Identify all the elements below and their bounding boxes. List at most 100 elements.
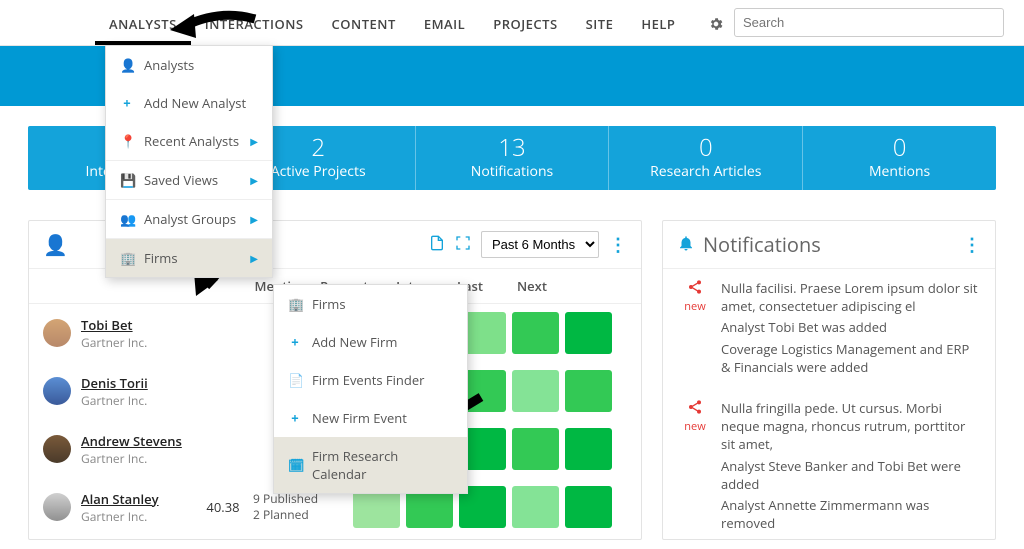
notif-line: Analyst Tobi Bet was added <box>721 318 979 336</box>
pdf-icon[interactable] <box>429 234 445 256</box>
notif-line: Coverage Logistics Management and ERP & … <box>721 340 979 376</box>
nav-analysts[interactable]: ANALYSTS <box>95 1 191 45</box>
analyst-firm: Gartner Inc. <box>81 392 193 409</box>
analysts-dropdown: 👤 Analysts + Add New Analyst 📍 Recent An… <box>105 45 273 278</box>
analyst-link[interactable]: Andrew Stevens <box>81 432 193 450</box>
heat-cell[interactable] <box>512 370 559 412</box>
search-input[interactable] <box>734 8 1004 37</box>
more-icon[interactable]: ⋮ <box>963 236 981 254</box>
building-icon: 🏢 <box>288 295 302 313</box>
more-icon[interactable]: ⋮ <box>609 236 627 254</box>
nav-help[interactable]: HELP <box>627 1 689 45</box>
submenu-events-finder[interactable]: 📄 Firm Events Finder <box>274 361 467 399</box>
analyst-name-col: Denis Torii Gartner Inc. <box>81 374 193 409</box>
new-label: new <box>679 419 711 434</box>
plus-icon: + <box>288 333 302 351</box>
share-col: new <box>679 399 711 540</box>
stat-value: 0 <box>893 136 907 160</box>
plus-icon: + <box>120 94 134 112</box>
stat-value: 0 <box>699 136 713 160</box>
notif-line: Analyst Annette Zimmermann was removed <box>721 496 979 532</box>
avatar[interactable] <box>43 493 71 521</box>
stat-label: Mentions <box>869 162 930 181</box>
notif-line: Nulla fringilla pede. Ut cursus. Morbi n… <box>721 399 979 454</box>
analyst-firm: Gartner Inc. <box>81 450 193 467</box>
menu-label: Firm Events Finder <box>312 371 453 389</box>
analyst-link[interactable]: Denis Torii <box>81 374 193 392</box>
chevron-right-icon: ▶ <box>250 134 258 148</box>
submenu-research-calendar[interactable]: 🗓 Firm Research Calendar <box>274 437 467 493</box>
top-nav: ANALYSTS INTERACTIONS CONTENT EMAIL PROJ… <box>0 0 1024 46</box>
nav-projects[interactable]: PROJECTS <box>479 1 571 45</box>
submenu-new-event[interactable]: + New Firm Event <box>274 399 467 437</box>
menu-analysts[interactable]: 👤 Analysts <box>106 46 272 84</box>
analyst-link[interactable]: Alan Stanley <box>81 490 193 508</box>
avatar[interactable] <box>43 377 71 405</box>
avatar[interactable] <box>43 435 71 463</box>
building-icon: 🏢 <box>120 249 134 267</box>
menu-firms[interactable]: 🏢 Firms ▶ <box>106 239 272 277</box>
stat-mentions[interactable]: 0 Mentions <box>803 126 996 190</box>
heat-cell[interactable] <box>565 312 612 354</box>
menu-saved-views[interactable]: 💾 Saved Views ▶ <box>106 161 272 199</box>
menu-label: Add New Firm <box>312 333 453 351</box>
pub-line: 2 Planned <box>253 507 353 523</box>
menu-label: Saved Views <box>144 171 240 189</box>
heat-cell[interactable] <box>512 312 559 354</box>
analyst-name-col: Andrew Stevens Gartner Inc. <box>81 432 193 467</box>
col-rating <box>193 277 253 295</box>
menu-label: Add New Analyst <box>144 94 258 112</box>
stat-research-articles[interactable]: 0 Research Articles <box>609 126 803 190</box>
menu-recent-analysts[interactable]: 📍 Recent Analysts ▶ <box>106 122 272 160</box>
notification-item[interactable]: new Nulla fringilla pede. Ut cursus. Mor… <box>663 389 995 540</box>
firms-submenu: 🏢 Firms + Add New Firm 📄 Firm Events Fin… <box>273 284 468 494</box>
stat-label: Research Articles <box>650 162 761 181</box>
menu-label: New Firm Event <box>312 409 453 427</box>
heat-cell[interactable] <box>512 428 559 470</box>
notifications-title-text: Notifications <box>703 231 821 258</box>
nav-content[interactable]: CONTENT <box>318 1 410 45</box>
notifications-head: Notifications ⋮ <box>663 221 995 269</box>
stat-label: Active Projects <box>271 162 366 181</box>
stat-label: Notifications <box>471 162 553 181</box>
nav-site[interactable]: SITE <box>572 1 628 45</box>
nav-email[interactable]: EMAIL <box>410 1 479 45</box>
notifications-title: Notifications <box>677 231 953 258</box>
heat-cell[interactable] <box>565 370 612 412</box>
notif-line: Analyst Steve Banker and Tobi Bet were a… <box>721 457 979 493</box>
new-label: new <box>679 299 711 314</box>
analyst-link[interactable]: Tobi Bet <box>81 316 193 334</box>
heat-cell[interactable] <box>565 486 612 528</box>
analyst-name-col: Tobi Bet Gartner Inc. <box>81 316 193 351</box>
stat-value: 13 <box>498 136 525 160</box>
range-select[interactable]: Past 6 Months <box>481 231 599 258</box>
notif-line: Nulla facilisi. Praese Lorem ipsum dolor… <box>721 279 979 315</box>
avatar[interactable] <box>43 319 71 347</box>
user-icon: 👤 <box>120 56 134 74</box>
menu-label: Analysts <box>144 56 258 74</box>
menu-add-analyst[interactable]: + Add New Analyst <box>106 84 272 122</box>
heat-cell[interactable] <box>512 486 559 528</box>
col-next[interactable]: Next <box>501 277 563 295</box>
expand-icon[interactable] <box>455 234 471 256</box>
submenu-add-firm[interactable]: + Add New Firm <box>274 323 467 361</box>
menu-label: Firms <box>312 295 453 313</box>
analysts-panel-tools: Past 6 Months ⋮ <box>429 231 627 258</box>
plus-icon: + <box>288 409 302 427</box>
notification-item[interactable]: new Nulla facilisi. Praese Lorem ipsum d… <box>663 269 995 389</box>
notification-body: Nulla facilisi. Praese Lorem ipsum dolor… <box>721 279 979 379</box>
menu-label: Recent Analysts <box>144 132 240 150</box>
analyst-name-col: Alan Stanley Gartner Inc. <box>81 490 193 525</box>
share-col: new <box>679 279 711 379</box>
menu-analyst-groups[interactable]: 👥 Analyst Groups ▶ <box>106 200 272 238</box>
nav-interactions[interactable]: INTERACTIONS <box>191 1 318 45</box>
calendar-icon: 🗓 <box>288 456 302 474</box>
stat-value: 2 <box>311 136 325 160</box>
pub-cell: 9 Published 2 Planned <box>253 491 353 522</box>
rating-cell: 40.38 <box>193 498 253 516</box>
stat-notifications[interactable]: 13 Notifications <box>416 126 610 190</box>
gear-icon[interactable] <box>708 15 724 31</box>
submenu-firms[interactable]: 🏢 Firms <box>274 285 467 323</box>
heat-cell[interactable] <box>565 428 612 470</box>
notif-line: Coverage Supply Chain Management (SCM) a… <box>721 535 979 540</box>
